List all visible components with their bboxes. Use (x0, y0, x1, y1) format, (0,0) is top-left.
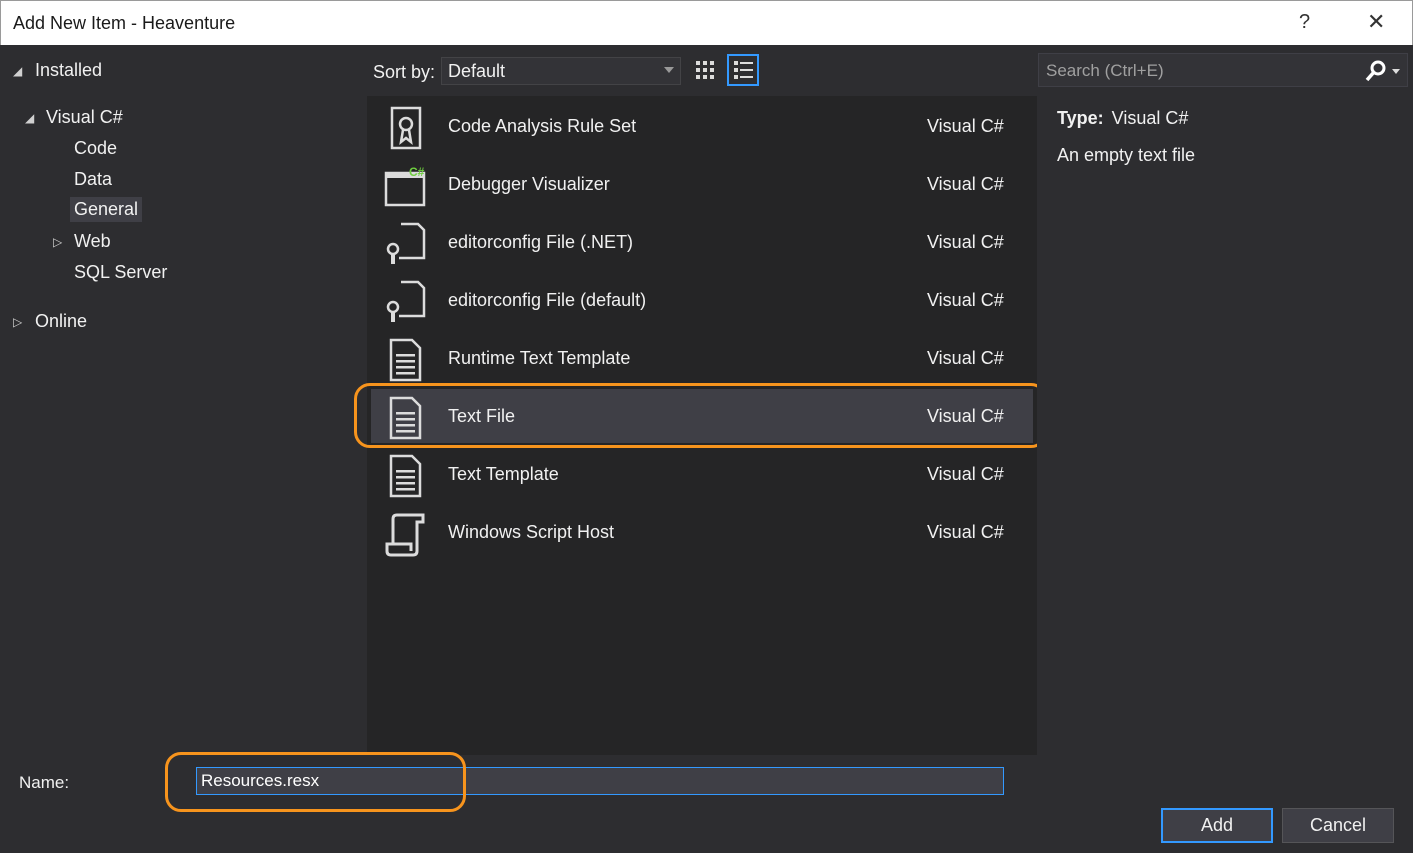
details-pane: Search (Ctrl+E) Type: Visual C# An empty … (1037, 45, 1413, 755)
expanded-arrow-icon[interactable]: ◢ (25, 111, 34, 125)
item-description: An empty text file (1057, 145, 1196, 165)
item-language: Visual C# (927, 232, 1004, 252)
category-tree: ◢ Installed ◢ Visual C# Code Data Genera… (0, 45, 367, 755)
grid-view-button[interactable] (689, 54, 721, 86)
window-csharp-icon: C# (384, 165, 426, 207)
item-name: editorconfig File (default) (448, 290, 647, 310)
search-options-chevron-icon[interactable] (1392, 69, 1400, 74)
ribbon-icon (390, 106, 422, 150)
collapsed-arrow-icon[interactable]: ▷ (13, 315, 22, 329)
list-item-selected[interactable]: Text File Visual C# (371, 389, 1033, 443)
tree-item-visual-csharp[interactable]: Visual C# (46, 107, 123, 128)
svg-text:C#: C# (409, 165, 425, 179)
close-button[interactable]: ✕ (1367, 9, 1385, 35)
sort-value: Default (448, 61, 506, 81)
list-item[interactable]: Windows Script Host Visual C# (371, 505, 1033, 559)
item-name: Runtime Text Template (448, 348, 631, 368)
tree-item-online[interactable]: Online (35, 311, 87, 332)
text-document-icon (389, 454, 422, 498)
list-item[interactable]: Code Analysis Rule Set Visual C# (371, 99, 1033, 153)
item-name: editorconfig File (.NET) (448, 232, 634, 252)
search-box[interactable]: Search (Ctrl+E) (1038, 53, 1408, 87)
sort-label: Sort by: (373, 62, 436, 82)
list-item[interactable]: editorconfig File (default) Visual C# (371, 273, 1033, 327)
search-icon[interactable] (1363, 59, 1389, 83)
type-label: Type: (1057, 108, 1104, 128)
text-document-icon (389, 396, 422, 440)
item-name: Text Template (448, 464, 559, 484)
title-bar: Add New Item - Heaventure ? ✕ (0, 0, 1413, 45)
name-label: Name: (19, 773, 70, 792)
name-field[interactable] (196, 767, 1004, 795)
window-title: Add New Item - Heaventure (13, 13, 236, 33)
template-list: Code Analysis Rule Set Visual C# C# Debu… (367, 96, 1037, 755)
item-language: Visual C# (927, 522, 1004, 542)
list-view-button[interactable] (727, 54, 759, 86)
text-document-icon (389, 338, 422, 382)
item-language: Visual C# (927, 406, 1004, 426)
tree-item-sql-server[interactable]: SQL Server (74, 262, 167, 283)
search-placeholder: Search (Ctrl+E) (1046, 61, 1164, 80)
config-wrench-icon (386, 222, 426, 264)
item-language: Visual C# (927, 464, 1004, 484)
item-name: Debugger Visualizer (448, 174, 610, 194)
sort-dropdown[interactable]: Default (441, 57, 681, 85)
list-item[interactable]: editorconfig File (.NET) Visual C# (371, 215, 1033, 269)
item-language: Visual C# (927, 290, 1004, 310)
type-line: Type: Visual C# (1057, 108, 1188, 129)
tree-item-web[interactable]: Web (74, 231, 111, 252)
item-name: Text File (448, 406, 516, 426)
collapsed-arrow-icon[interactable]: ▷ (53, 235, 62, 249)
list-icon (734, 61, 753, 79)
config-wrench-icon (386, 280, 426, 322)
footer: Name: Add Cancel (0, 752, 1413, 853)
script-scroll-icon (385, 513, 425, 557)
list-item[interactable]: Runtime Text Template Visual C# (371, 331, 1033, 385)
expanded-arrow-icon[interactable]: ◢ (13, 64, 22, 78)
tree-item-data[interactable]: Data (74, 169, 112, 190)
help-button[interactable]: ? (1299, 11, 1310, 34)
tree-item-installed[interactable]: Installed (35, 60, 102, 81)
add-button[interactable]: Add (1161, 808, 1273, 843)
list-item[interactable]: C# Debugger Visualizer Visual C# (371, 157, 1033, 211)
item-language: Visual C# (927, 174, 1004, 194)
type-value: Visual C# (1111, 108, 1189, 128)
tree-item-code[interactable]: Code (74, 138, 117, 159)
cancel-button[interactable]: Cancel (1282, 808, 1394, 843)
list-item[interactable]: Text Template Visual C# (371, 447, 1033, 501)
tree-item-general[interactable]: General (70, 197, 143, 222)
item-name: Code Analysis Rule Set (448, 116, 637, 136)
item-language: Visual C# (927, 116, 1004, 136)
item-name: Windows Script Host (448, 522, 615, 542)
list-toolbar: Sort by: Default (367, 45, 1037, 96)
grid-icon (696, 61, 714, 79)
item-language: Visual C# (927, 348, 1004, 368)
chevron-down-icon (664, 67, 674, 73)
